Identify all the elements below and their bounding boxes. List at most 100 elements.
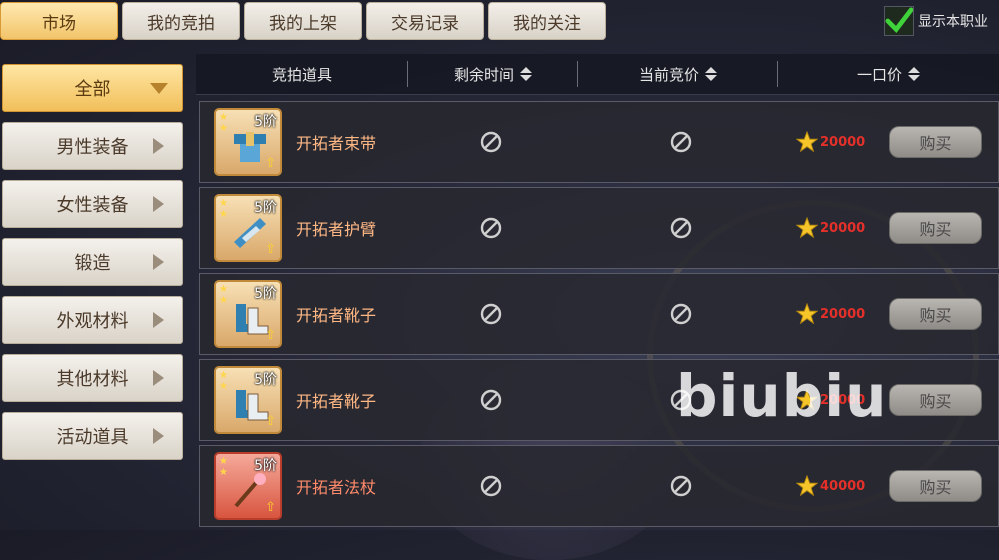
no-value-icon	[480, 303, 502, 325]
star-currency-icon	[796, 475, 818, 497]
table-row[interactable]: ★ ★ 5阶 ⇧ 开拓者束带 20000 购买	[199, 101, 999, 183]
item-icon-boots[interactable]: ★ ★ 5阶 ⇧	[214, 280, 282, 348]
upgrade-arrow-icon: ⇧	[265, 500, 276, 515]
no-value-icon	[670, 217, 692, 239]
column-header-item-label: 竞拍道具	[271, 65, 332, 84]
sort-icon	[520, 67, 532, 81]
no-value-icon	[670, 303, 692, 325]
chevron-right-icon	[153, 312, 164, 328]
star-rating-icon: ★ ★	[219, 198, 228, 220]
tab-my-listings[interactable]: 我的上架	[244, 2, 362, 40]
star-rating-icon: ★ ★	[219, 284, 228, 306]
item-name: 开拓者护臂	[296, 220, 377, 239]
sidebar-item-label: 男性装备	[56, 137, 129, 158]
sort-icon	[705, 67, 717, 81]
sidebar-item-all[interactable]: 全部	[2, 64, 183, 112]
top-tabs: 市场 我的竞拍 我的上架 交易记录 我的关注	[0, 2, 606, 44]
belt-icon	[234, 132, 266, 162]
boots-icon	[236, 304, 269, 335]
no-value-icon	[480, 389, 502, 411]
column-header-item: 竞拍道具	[196, 54, 408, 94]
price-value: 20000	[820, 306, 866, 322]
item-name: 开拓者靴子	[296, 306, 377, 325]
chevron-right-icon	[153, 370, 164, 386]
show-own-class-checkbox[interactable]	[884, 6, 914, 36]
item-name: 开拓者束带	[296, 134, 377, 153]
buy-button[interactable]: 购买	[889, 470, 982, 502]
upgrade-arrow-icon: ⇧	[265, 242, 276, 257]
boots-icon	[236, 390, 269, 421]
no-value-icon	[480, 131, 502, 153]
table-row[interactable]: ★ ★ 5阶 ⇧ 开拓者法杖 40000 购买	[199, 445, 999, 527]
sidebar-item-label: 锻造	[74, 253, 111, 274]
tab-trade-history[interactable]: 交易记录	[366, 2, 484, 40]
star-currency-icon	[796, 303, 818, 325]
column-header-time-left-label: 剩余时间	[453, 65, 514, 84]
sidebar-item-appearance-materials[interactable]: 外观材料	[2, 296, 183, 344]
price-value: 40000	[820, 478, 866, 494]
category-sidebar: 全部 男性装备 女性装备 锻造 外观材料 其他材料 活动道具	[2, 64, 183, 470]
sidebar-item-label: 全部	[74, 79, 111, 100]
price-value: 20000	[820, 134, 866, 150]
upgrade-arrow-icon: ⇧	[265, 156, 276, 171]
price-value: 20000	[820, 220, 866, 236]
chevron-down-icon	[150, 82, 168, 94]
table-row[interactable]: ★ ★ 5阶 ⇧ 开拓者靴子 20000 购买	[199, 273, 999, 355]
no-value-icon	[670, 131, 692, 153]
upgrade-arrow-icon: ⇧	[265, 414, 276, 429]
star-rating-icon: ★ ★	[219, 112, 228, 134]
item-icon-boots[interactable]: ★ ★ 5阶 ⇧	[214, 366, 282, 434]
star-currency-icon	[796, 217, 818, 239]
column-header-buyout-label: 一口价	[856, 65, 902, 84]
sidebar-item-label: 外观材料	[56, 311, 129, 332]
sidebar-item-female-equipment[interactable]: 女性装备	[2, 180, 183, 228]
column-header-buyout[interactable]: 一口价	[778, 54, 999, 94]
sidebar-item-forging[interactable]: 锻造	[2, 238, 183, 286]
auction-table-header: 竞拍道具 剩余时间 当前竞价 一口价	[196, 54, 999, 95]
buyout-price: 20000	[796, 131, 865, 153]
item-icon-bracer[interactable]: ★ ★ 5阶 ⇧	[214, 194, 282, 262]
item-icon-staff[interactable]: ★ ★ 5阶 ⇧	[214, 452, 282, 520]
column-header-time-left[interactable]: 剩余时间	[408, 54, 578, 94]
sort-icon	[908, 67, 920, 81]
star-rating-icon: ★ ★	[219, 456, 228, 478]
chevron-right-icon	[153, 138, 164, 154]
sidebar-item-label: 女性装备	[56, 195, 129, 216]
buyout-price: 20000	[796, 303, 865, 325]
buy-button[interactable]: 购买	[889, 212, 982, 244]
bracer-icon	[234, 218, 266, 248]
table-row[interactable]: ★ ★ 5阶 ⇧ 开拓者护臂 20000 购买	[199, 187, 999, 269]
star-rating-icon: ★ ★	[219, 370, 228, 392]
column-header-current-bid-label: 当前竞价	[638, 65, 699, 84]
checkmark-icon	[885, 7, 913, 33]
item-name: 开拓者法杖	[296, 478, 377, 497]
upgrade-arrow-icon: ⇧	[265, 328, 276, 343]
chevron-right-icon	[153, 428, 164, 444]
tab-my-bids[interactable]: 我的竞拍	[122, 2, 240, 40]
tab-my-follows[interactable]: 我的关注	[488, 2, 606, 40]
sidebar-item-label: 其他材料	[56, 369, 129, 390]
buy-button[interactable]: 购买	[889, 384, 982, 416]
buyout-price: 40000	[796, 475, 865, 497]
no-value-icon	[480, 475, 502, 497]
sidebar-item-other-materials[interactable]: 其他材料	[2, 354, 183, 402]
show-own-class-toggle[interactable]: 显示本职业	[884, 6, 988, 36]
auction-list: ★ ★ 5阶 ⇧ 开拓者束带 20000 购买 ★ ★ 5阶 ⇧ 开拓者护臂 2…	[199, 101, 999, 531]
star-currency-icon	[796, 131, 818, 153]
show-own-class-label: 显示本职业	[918, 14, 988, 30]
no-value-icon	[670, 475, 692, 497]
chevron-right-icon	[153, 254, 164, 270]
chevron-right-icon	[153, 196, 164, 212]
no-value-icon	[480, 217, 502, 239]
sidebar-item-male-equipment[interactable]: 男性装备	[2, 122, 183, 170]
watermark: biubiu	[676, 362, 888, 430]
item-name: 开拓者靴子	[296, 392, 377, 411]
buy-button[interactable]: 购买	[889, 298, 982, 330]
column-header-current-bid[interactable]: 当前竞价	[578, 54, 778, 94]
tab-market[interactable]: 市场	[0, 2, 118, 40]
item-icon-belt[interactable]: ★ ★ 5阶 ⇧	[214, 108, 282, 176]
staff-icon	[234, 473, 266, 508]
sidebar-item-label: 活动道具	[56, 427, 129, 448]
buy-button[interactable]: 购买	[889, 126, 982, 158]
sidebar-item-event-items[interactable]: 活动道具	[2, 412, 183, 460]
